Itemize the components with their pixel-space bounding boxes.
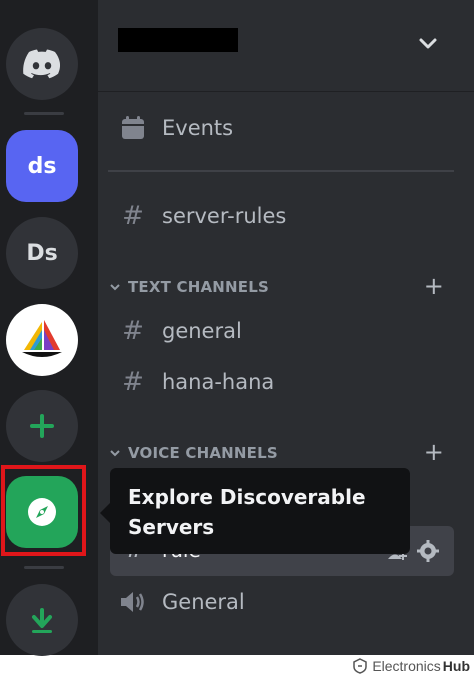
server-icon-ds[interactable]: ds (6, 130, 78, 202)
server-icon-midjourney[interactable] (6, 304, 78, 376)
category-voice-channels[interactable]: VOICE CHANNELS + (108, 440, 454, 465)
discord-logo-icon (23, 49, 61, 79)
download-icon (32, 608, 52, 633)
voice-channel-general[interactable]: General (108, 580, 464, 624)
category-label: TEXT CHANNELS (128, 278, 269, 296)
tooltip-arrow (100, 503, 110, 523)
sailboat-icon (22, 320, 62, 357)
add-server-button[interactable] (6, 390, 78, 462)
rail-separator (24, 566, 64, 569)
chevron-down-icon (110, 284, 120, 291)
gear-icon[interactable] (416, 539, 440, 563)
plus-icon (30, 414, 54, 438)
server-initials: ds (27, 153, 57, 179)
channel-hana-hana[interactable]: # hana-hana (108, 360, 464, 404)
hashtag-icon: # (122, 367, 144, 397)
channel-label: general (162, 319, 242, 343)
create-channel-plus-icon[interactable]: + (424, 274, 444, 298)
events-item[interactable]: Events (108, 106, 464, 150)
hashtag-icon: # (122, 201, 144, 231)
hashtag-icon: # (122, 316, 144, 346)
electronics-hub-logo-icon (353, 657, 368, 674)
channel-label: General (162, 590, 245, 614)
server-icon-Ds[interactable]: Ds (6, 217, 78, 289)
channel-divider (108, 170, 454, 172)
watermark: Electronics Hub (352, 655, 470, 676)
category-label: VOICE CHANNELS (128, 444, 278, 462)
explore-highlight-box (1, 465, 86, 556)
channel-general[interactable]: # general (108, 309, 464, 353)
events-label: Events (162, 116, 234, 140)
download-apps-button[interactable] (6, 584, 78, 656)
watermark-suffix: Hub (442, 657, 470, 674)
speaker-icon (121, 592, 144, 612)
discord-home-button[interactable] (6, 28, 78, 100)
chevron-down-icon[interactable] (416, 32, 440, 56)
watermark-prefix: Electronics (372, 657, 441, 674)
create-channel-plus-icon[interactable]: + (424, 440, 444, 464)
explore-tooltip: Explore Discoverable Servers (110, 468, 410, 554)
chevron-down-icon (110, 450, 120, 457)
channel-label: hana-hana (162, 370, 275, 394)
server-name-redacted (118, 28, 238, 52)
rail-separator (24, 112, 64, 115)
server-header[interactable] (98, 0, 474, 92)
calendar-icon (122, 116, 144, 139)
channel-label: server-rules (162, 204, 287, 228)
server-rail: ds Ds (0, 0, 98, 656)
discord-window: ds Ds Events # server-rules TEXT CHANNEL… (0, 0, 474, 656)
category-text-channels[interactable]: TEXT CHANNELS + (108, 274, 454, 299)
channel-server-rules[interactable]: # server-rules (108, 194, 464, 238)
server-initials: Ds (26, 240, 58, 266)
